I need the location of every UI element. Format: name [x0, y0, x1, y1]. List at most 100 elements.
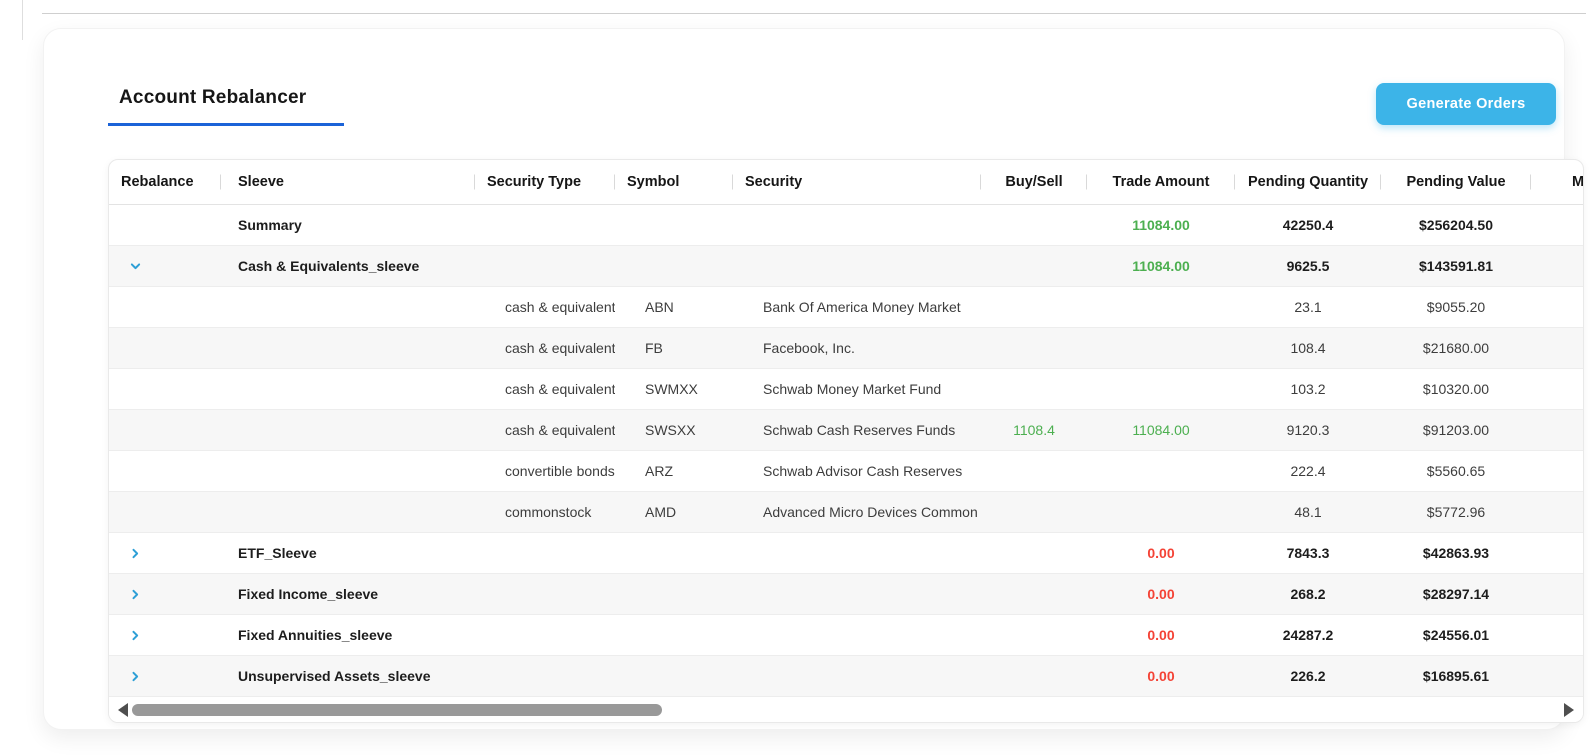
cell-pending_value: $28297.14	[1422, 586, 1490, 602]
cell-trade_amount: 11084.00	[1132, 422, 1190, 438]
cell-security: Facebook, Inc.	[763, 340, 855, 356]
tab-active-underline	[108, 123, 344, 126]
cell-security_type: cash & equivalents	[505, 381, 615, 397]
scroll-left-arrow-icon[interactable]	[118, 703, 128, 717]
cell-sleeve	[221, 451, 475, 491]
cell-security_type	[475, 205, 615, 245]
cell-pending_quantity: 24287.2	[1282, 627, 1334, 643]
rebalancer-grid: Rebalance Sleeve Security Type Symbol Securi…	[109, 160, 1583, 697]
cell-rebalance	[109, 451, 221, 491]
cell-sleeve: ETF_Sleeve	[238, 545, 317, 561]
cell-trade_amount: 0.00	[1147, 545, 1175, 561]
table-row: cash & equivalents SWMXX Schwab Money Mark…	[109, 369, 1583, 410]
cell-symbol: FB	[645, 340, 663, 356]
table-header-row: Rebalance Sleeve Security Type Symbol Securi…	[109, 160, 1583, 205]
cell-rebalance	[109, 246, 221, 286]
chevron-right-icon[interactable]	[129, 588, 142, 601]
cell-rebalance	[109, 205, 221, 245]
rebalancer-table: Rebalance Sleeve Security Type Symbol Securi…	[108, 159, 1584, 723]
cell-pending_quantity: 222.4	[1290, 463, 1326, 479]
cell-sleeve	[221, 369, 475, 409]
cell-sleeve: Unsupervised Assets_sleeve	[238, 668, 431, 684]
cell-market_partial	[1531, 369, 1583, 409]
cell-rebalance	[109, 656, 221, 696]
cell-trade_amount	[1087, 369, 1235, 409]
cell-market_partial	[1531, 656, 1583, 696]
cell-trade_amount	[1087, 328, 1235, 368]
cell-security_type	[475, 533, 615, 573]
generate-orders-button[interactable]: Generate Orders	[1376, 83, 1556, 125]
cell-sleeve	[221, 410, 475, 450]
cell-pending_value: $5560.65	[1426, 463, 1486, 479]
scrollbar-track[interactable]	[128, 698, 1564, 722]
cell-buy_sell	[981, 574, 1087, 614]
cell-buy_sell	[981, 615, 1087, 655]
table-row: Summary 11084.00 42250.4 $256204.50	[109, 205, 1583, 246]
cell-buy_sell	[981, 656, 1087, 696]
column-header-pending_quantity: Pending Quantity	[1235, 160, 1381, 204]
cell-market_partial	[1531, 492, 1583, 532]
cell-security_type: cash & equivalents	[505, 422, 615, 438]
cell-trade_amount	[1087, 451, 1235, 491]
cell-security_type: cash & equivalents	[505, 340, 615, 356]
cell-buy_sell	[981, 369, 1087, 409]
chevron-right-icon[interactable]	[129, 629, 142, 642]
cell-rebalance	[109, 287, 221, 327]
cell-buy_sell	[981, 205, 1087, 245]
cell-symbol	[615, 615, 733, 655]
panel-left-edge	[22, 0, 23, 40]
cell-trade_amount: 11084.00	[1132, 258, 1190, 274]
cell-pending_value: $256204.50	[1419, 217, 1493, 233]
column-header-trade_amount: Trade Amount	[1087, 160, 1235, 204]
table-row: commonstock AMD Advanced Micro Devices Com…	[109, 492, 1583, 533]
cell-rebalance	[109, 328, 221, 368]
tab-account-rebalancer[interactable]: Account Rebalancer	[108, 87, 344, 126]
cell-sleeve	[221, 328, 475, 368]
cell-security	[733, 656, 981, 696]
column-header-buy_sell: Buy/Sell	[981, 160, 1087, 204]
cell-security	[733, 615, 981, 655]
cell-symbol	[615, 246, 733, 286]
cell-rebalance	[109, 533, 221, 573]
table-row: cash & equivalents ABN Bank Of America Mon…	[109, 287, 1583, 328]
cell-pending_value: $16895.61	[1422, 668, 1490, 684]
cell-trade_amount: 0.00	[1147, 627, 1175, 643]
table-row[interactable]: ETF_Sleeve 0.00 7843.3 $42863.93	[109, 533, 1583, 574]
cell-buy_sell: 1108.4	[1013, 422, 1055, 438]
cell-security_type	[475, 246, 615, 286]
chevron-right-icon[interactable]	[129, 670, 142, 683]
cell-pending_value: $9055.20	[1426, 299, 1486, 315]
chevron-right-icon[interactable]	[129, 547, 142, 560]
table-row[interactable]: Unsupervised Assets_sleeve 0.00 226.2 $1689…	[109, 656, 1583, 697]
table-row[interactable]: Fixed Income_sleeve 0.00 268.2 $28297.14	[109, 574, 1583, 615]
cell-sleeve: Fixed Income_sleeve	[238, 586, 379, 602]
cell-market_partial	[1531, 205, 1583, 245]
cell-pending_quantity: 42250.4	[1282, 217, 1334, 233]
cell-buy_sell	[981, 492, 1087, 532]
scroll-right-arrow-icon[interactable]	[1564, 703, 1574, 717]
cell-market_partial	[1531, 287, 1583, 327]
cell-market_partial	[1531, 410, 1583, 450]
cell-buy_sell	[981, 451, 1087, 491]
cell-symbol: SWMXX	[645, 381, 698, 397]
column-header-security_type: Security Type	[475, 160, 615, 204]
cell-symbol	[615, 205, 733, 245]
cell-security_type: convertible bonds	[505, 463, 615, 479]
cell-security	[733, 205, 981, 245]
cell-security	[733, 533, 981, 573]
scrollbar-thumb[interactable]	[132, 704, 662, 716]
horizontal-scrollbar[interactable]	[109, 698, 1583, 722]
table-row[interactable]: Fixed Annuities_sleeve 0.00 24287.2 $24556.…	[109, 615, 1583, 656]
cell-security	[733, 246, 981, 286]
cell-symbol: ABN	[645, 299, 674, 315]
cell-symbol: SWSXX	[645, 422, 696, 438]
column-header-symbol: Symbol	[615, 160, 733, 204]
chevron-down-icon[interactable]	[129, 260, 142, 273]
cell-security	[733, 574, 981, 614]
column-header-market_partial: M	[1531, 160, 1583, 204]
cell-pending_value: $10320.00	[1422, 381, 1490, 397]
cell-pending_quantity: 108.4	[1290, 340, 1326, 356]
cell-trade_amount	[1087, 492, 1235, 532]
cell-security: Schwab Cash Reserves Funds	[763, 422, 956, 438]
table-row[interactable]: Cash & Equivalents_sleeve 11084.00 9625.5 $…	[109, 246, 1583, 287]
